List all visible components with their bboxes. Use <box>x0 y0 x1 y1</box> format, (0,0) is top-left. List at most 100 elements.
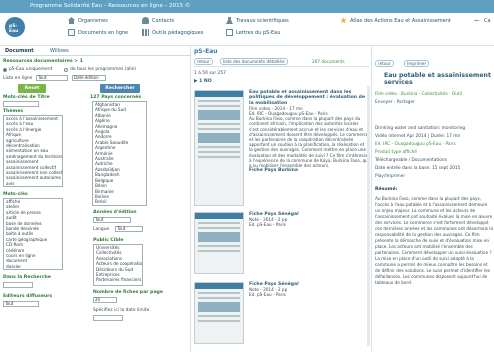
summary-text: Au Burkina Faso, comme dans la plupart d… <box>375 196 494 285</box>
site-header: pS-Eau Organismes Documents en ligne Con… <box>0 13 494 46</box>
results-toolbar: retour liste des documents détaillée 267… <box>194 58 369 67</box>
tab-document[interactable]: Document <box>5 48 34 54</box>
search-button[interactable]: Rechercher <box>100 84 140 93</box>
themes-title: Thèmes <box>3 109 24 114</box>
list-option[interactable]: Brésil <box>93 199 146 204</box>
detail-title: Eau potable et assainissement services <box>384 72 491 86</box>
detail-play-link[interactable]: Play/Imprimer <box>375 174 405 179</box>
language-label: Langue <box>93 227 110 232</box>
nav-label: Lettres du pS-Eau <box>236 29 281 36</box>
star-icon <box>340 17 347 24</box>
nav-label: Contacts <box>152 17 175 24</box>
list-option[interactable]: dossier <box>4 264 62 269</box>
result-text: Fiche Pays Sénégal Note - 2014 - 2 pp Ed… <box>249 282 369 297</box>
nav-lettres[interactable]: Lettres du pS-Eau <box>226 29 280 36</box>
detail-product-type[interactable]: Produit type affiché <box>375 150 417 155</box>
result-text: Eau potable et assainissement dans les p… <box>249 90 369 174</box>
pager[interactable]: ▶ 1 NO <box>194 79 212 84</box>
result-fiche-link[interactable]: Fiche Pays Burkina <box>249 168 369 173</box>
date-limit-input[interactable] <box>93 315 123 321</box>
detail-panel: retour Imprimer Eau potable et assainiss… <box>372 46 494 352</box>
detailed-list-button[interactable]: liste des documents détaillée <box>220 58 288 65</box>
result-text: Fiche Pays Sénégal Note - 2014 - 2 pp Ed… <box>249 212 369 227</box>
per-page-select[interactable]: 20 <box>93 297 117 303</box>
authors-title: Editeurs diffuseurs <box>3 294 53 299</box>
nav-documents[interactable]: Documents en ligne <box>68 29 128 36</box>
language-select[interactable]: Tout <box>115 226 143 232</box>
summary-title: Résumé: <box>375 187 398 192</box>
detail-back-button[interactable]: retour <box>375 60 394 67</box>
ps-eau-logo[interactable]: pS-Eau <box>5 17 25 37</box>
results-title: pS-Eau <box>194 48 218 55</box>
title-keywords-title: Mots-clés de Titre <box>3 95 50 100</box>
result-item[interactable]: Eau potable et assainissement dans les p… <box>194 90 370 208</box>
people-icon <box>142 17 149 24</box>
nav-travaux[interactable]: Travaux scientifiques <box>226 17 289 24</box>
detail-download[interactable]: Téléchargeable / Documentations <box>375 158 447 163</box>
logo-text: pS-Eau <box>9 24 19 34</box>
detail-tags[interactable]: Film vidéo · Burkina · Collectivités · O… <box>375 92 462 97</box>
nav-ca[interactable]: Ca <box>474 17 491 24</box>
nav-organismes[interactable]: Organismes <box>68 17 108 24</box>
countries-listbox[interactable]: Afghanistan Afrique du Sud Albanie Algérie A… <box>92 101 147 206</box>
result-thumbnail[interactable] <box>194 212 244 274</box>
nav-label: Outils pédagogiques <box>152 29 204 36</box>
year-select[interactable]: Tout <box>93 217 131 223</box>
result-thumbnail[interactable] <box>194 90 244 206</box>
results-scrollbar[interactable] <box>367 86 370 346</box>
result-publisher: Ed. pS-Eau - Paris <box>249 292 286 298</box>
result-item[interactable]: Fiche Pays Sénégal Note - 2014 - 2 pp Ed… <box>194 212 370 278</box>
public-listbox[interactable]: Universités Collectivités Associations Acte… <box>93 244 143 286</box>
detail-subtitle: Drinking water and sanitation: monitorin… <box>375 126 466 131</box>
public-title: Public Cible <box>93 238 124 243</box>
detail-share[interactable]: Envoyer · Partager <box>375 100 415 105</box>
window-title: Programme Solidarité Eau – Ressources en… <box>30 3 191 9</box>
plane-icon <box>474 19 481 22</box>
list-option[interactable]: Partenaires financiers <box>94 277 142 282</box>
nav-label: Ca <box>484 17 491 24</box>
nav-contacts[interactable]: Contacts <box>142 17 174 24</box>
nav-label: Travaux scientifiques <box>236 17 289 24</box>
reset-button[interactable]: Reset <box>18 84 46 93</box>
results-panel: pS-Eau retour liste des documents détail… <box>191 46 372 352</box>
document-icon <box>68 29 75 36</box>
authors-select[interactable]: Tout <box>3 301 39 307</box>
detail-entry-date: Date entrée dans la base: 15 sept 2015 <box>375 166 461 171</box>
scope-radio-all[interactable] <box>64 68 68 72</box>
tab-willows[interactable]: Willows <box>50 48 69 54</box>
scope-other-label: de tous les programmes (alle) <box>70 67 137 72</box>
keywords-listbox[interactable]: affiche atelier article de presse audit base… <box>3 198 63 270</box>
sort-label: Liste en ligne <box>3 76 33 81</box>
print-button[interactable]: Imprimer <box>404 60 430 67</box>
scope-radio-pseau[interactable] <box>3 68 7 72</box>
detail-format: Vidéo internet Apr 2014 | Durée: 17 mn <box>375 134 461 139</box>
back-button[interactable]: retour <box>194 58 213 65</box>
nav-atlas[interactable]: Atlas des Actions Eau et Assainissement <box>340 17 451 24</box>
result-title[interactable]: Eau potable et assainissement dans les p… <box>249 90 369 106</box>
list-option[interactable]: Acteurs de coopération <box>94 261 142 266</box>
sort-order-select[interactable]: Date édition <box>72 75 106 81</box>
nav-outils[interactable]: Outils pédagogiques <box>142 29 203 36</box>
result-thumbnail[interactable] <box>194 282 244 344</box>
themes-listbox[interactable]: accès à l'assainissement accès à l'eau acc… <box>3 115 63 187</box>
house-icon <box>68 17 75 24</box>
results-count: 1 à 50 sur 257 <box>194 71 226 76</box>
science-icon <box>226 17 233 24</box>
result-publisher: Ed. pS-Eau - Paris <box>249 222 286 228</box>
result-item[interactable]: Fiche Pays Sénégal Note - 2014 - 2 pp Ed… <box>194 282 370 348</box>
per-page-title: Nombre de fiches par page <box>93 290 163 295</box>
bottom-note: Spécifiez ici la date limite <box>93 308 150 313</box>
year-list-title: Dans la Recherche <box>3 275 51 280</box>
nav-label: Atlas des Actions Eau et Assainissement <box>350 17 451 24</box>
detail-publisher[interactable]: Ed. IRC - Ouagadougou pS-Eau - Paris <box>375 142 456 147</box>
list-option[interactable]: avis <box>4 181 62 186</box>
search-sidebar: Document Willows Ressources documentaire… <box>0 46 191 352</box>
window-title-bar: Programme Solidarité Eau – Ressources en… <box>0 0 494 13</box>
breadcrumb[interactable]: Ressources documentaires > 1 <box>3 59 83 64</box>
sort-select[interactable]: Tout <box>36 75 68 81</box>
document-count-link[interactable]: 267 documents <box>312 59 345 64</box>
scope-label: pS-Eau uniquement <box>9 67 53 72</box>
sidebar-tabs: Document Willows <box>0 46 191 56</box>
year-list-select[interactable] <box>3 282 33 288</box>
title-keywords-input[interactable] <box>3 101 39 107</box>
